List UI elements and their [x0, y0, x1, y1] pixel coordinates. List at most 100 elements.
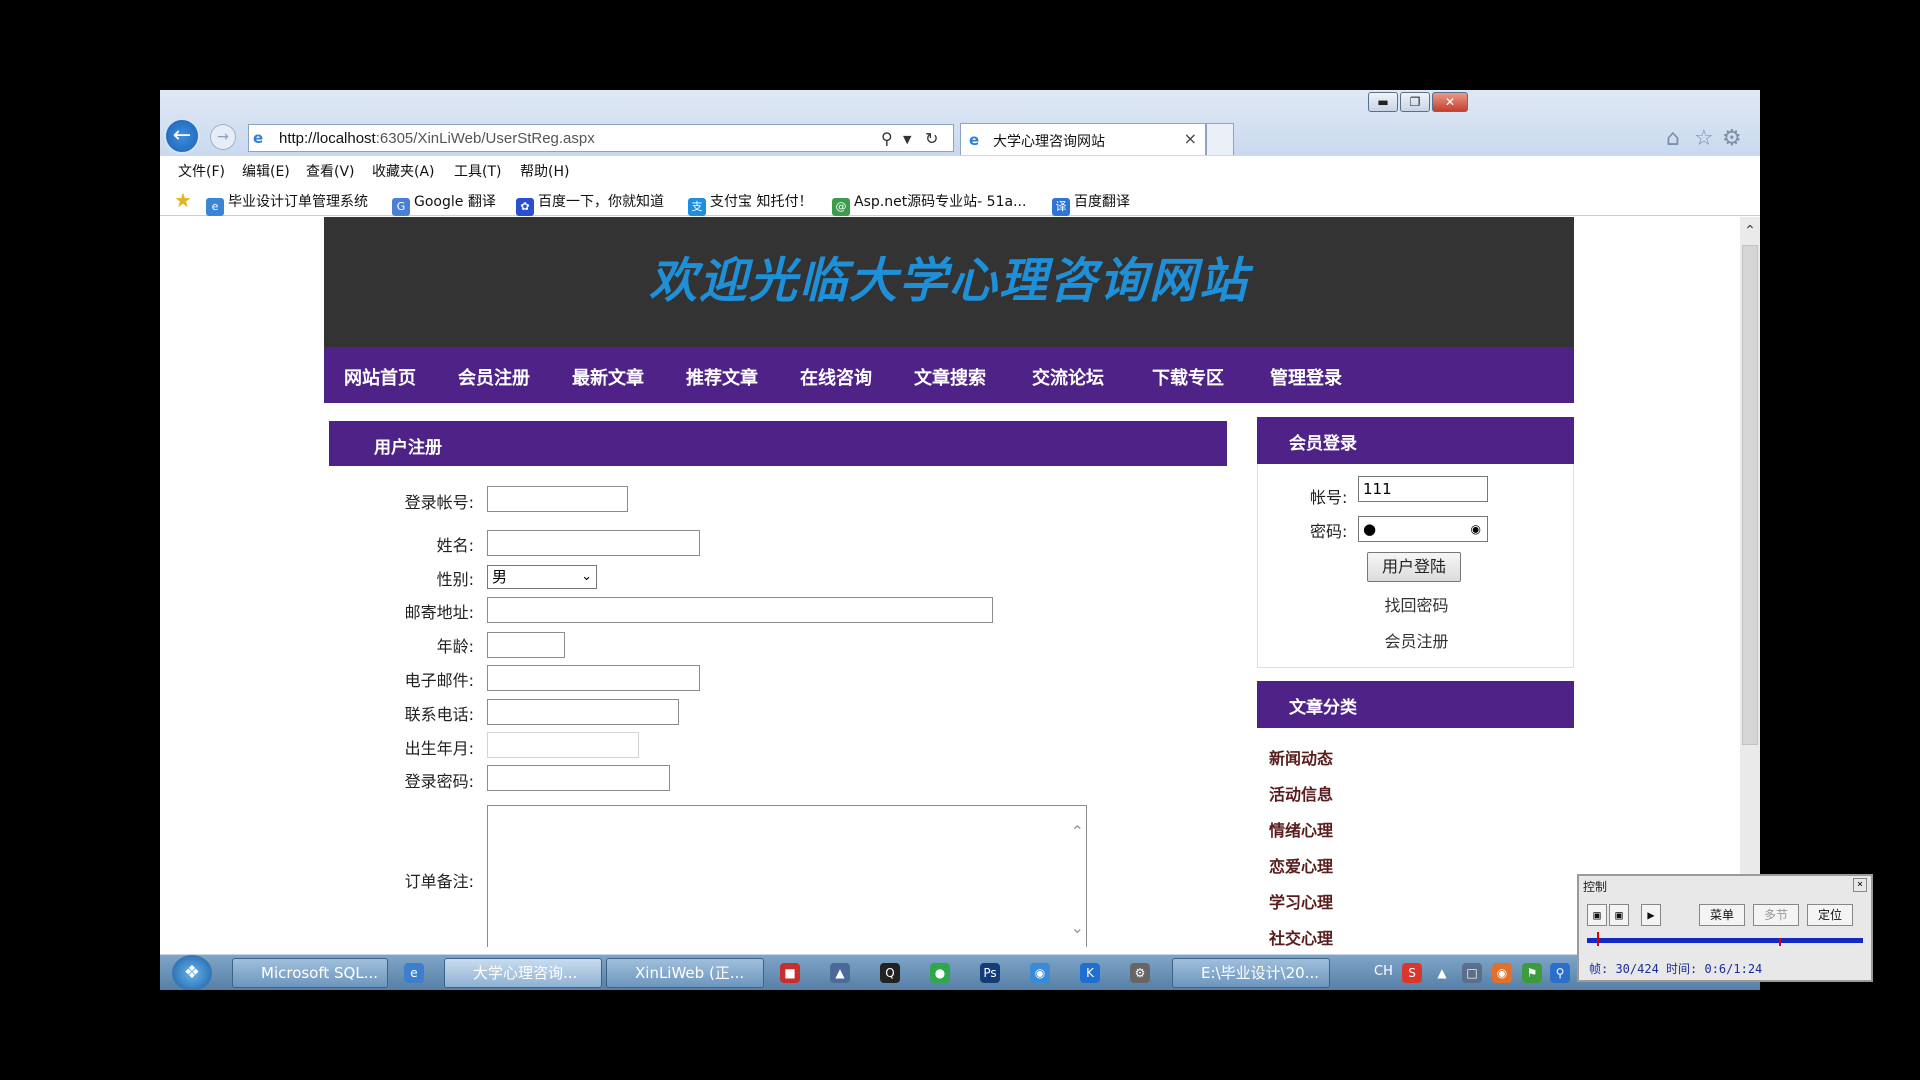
search-tray-icon[interactable]: ⚲: [1550, 963, 1570, 983]
account-input[interactable]: [487, 486, 628, 512]
fav-link-baidu-translate[interactable]: 译百度翻译: [1052, 191, 1130, 216]
scroll-up-icon[interactable]: ⌃: [1742, 223, 1758, 239]
login-password-input[interactable]: ● ◉: [1358, 516, 1488, 542]
menu-help[interactable]: 帮助(H): [520, 161, 569, 181]
locate-button[interactable]: 定位: [1807, 904, 1853, 926]
menu-tools[interactable]: 工具(T): [454, 161, 501, 181]
nav-admin-login[interactable]: 管理登录: [1270, 364, 1342, 390]
forward-button[interactable]: →: [210, 124, 236, 150]
new-tab-button[interactable]: [1206, 123, 1234, 155]
app-pin-icon[interactable]: ◉: [1030, 963, 1050, 983]
close-window-button[interactable]: ✕: [1432, 92, 1468, 112]
birth-input[interactable]: [487, 732, 639, 758]
app-pin-icon[interactable]: ▲: [830, 963, 850, 983]
address-bar[interactable]: e http://localhost:6305/XinLiWeb/UserStR…: [248, 124, 954, 152]
scroll-down-icon[interactable]: ⌄: [1071, 918, 1084, 937]
scroll-thumb[interactable]: [1742, 245, 1758, 745]
fav-link-order-system[interactable]: e 毕业设计订单管理系统: [206, 191, 368, 216]
nav-recommended[interactable]: 推荐文章: [686, 364, 758, 390]
category-item[interactable]: 学习心理: [1269, 889, 1333, 913]
close-icon[interactable]: ×: [1853, 878, 1867, 892]
windows-logo-icon: ❖: [183, 962, 201, 983]
fav-link-aspnet[interactable]: @ Asp.net源码专业站- 51a...: [832, 191, 1026, 216]
password-input[interactable]: [487, 765, 670, 791]
app-pin-icon[interactable]: ■: [780, 963, 800, 983]
page-scrollbar[interactable]: ⌃: [1740, 217, 1760, 947]
restore-button[interactable]: ❐: [1400, 92, 1430, 112]
address-label: 邮寄地址:: [404, 603, 474, 622]
app-pin-icon[interactable]: K: [1080, 963, 1100, 983]
category-item[interactable]: 情绪心理: [1269, 817, 1333, 841]
task-explorer[interactable]: E:\毕业设计\20...: [1172, 958, 1330, 988]
pause-button[interactable]: ▣: [1609, 904, 1629, 926]
banner-title: 欢迎光临大学心理咨询网站: [648, 253, 1249, 309]
address-input[interactable]: [487, 597, 993, 623]
menu-edit[interactable]: 编辑(E): [242, 161, 290, 181]
login-account-input[interactable]: 111: [1358, 476, 1488, 502]
address-text[interactable]: http://localhost:6305/XinLiWeb/UserStReg…: [279, 130, 595, 147]
network-icon[interactable]: □: [1462, 963, 1482, 983]
scroll-up-icon[interactable]: ⌃: [1071, 822, 1084, 841]
close-tab-icon[interactable]: ×: [1184, 129, 1197, 148]
nav-online-consult[interactable]: 在线咨询: [800, 364, 872, 390]
frame-back-button[interactable]: ▣: [1587, 904, 1607, 926]
phone-input[interactable]: [487, 699, 679, 725]
category-item[interactable]: 新闻动态: [1269, 745, 1333, 769]
tray-expand-icon[interactable]: ▲: [1432, 963, 1452, 983]
member-register-link[interactable]: 会员注册: [1258, 628, 1575, 652]
progress-track[interactable]: [1587, 938, 1863, 943]
browser-pin-icon[interactable]: e: [404, 963, 424, 983]
nav-register[interactable]: 会员注册: [458, 364, 530, 390]
browser-tab[interactable]: e 大学心理咨询网站 ×: [960, 123, 1206, 155]
shield-icon[interactable]: ⚑: [1522, 963, 1542, 983]
fav-link-google-translate[interactable]: G Google 翻译: [392, 191, 496, 216]
age-input[interactable]: [487, 632, 565, 658]
nav-forum[interactable]: 交流论坛: [1032, 364, 1104, 390]
gender-select[interactable]: 男 ⌄: [487, 565, 597, 589]
menu-view[interactable]: 查看(V): [306, 161, 355, 181]
nav-search[interactable]: 文章搜索: [914, 364, 986, 390]
category-item[interactable]: 活动信息: [1269, 781, 1333, 805]
app-pin-icon[interactable]: ⚙: [1130, 963, 1150, 983]
menu-button[interactable]: 菜单: [1699, 904, 1745, 926]
task-sql-server[interactable]: Microsoft SQL...: [232, 958, 388, 988]
forgot-password-link[interactable]: 找回密码: [1258, 592, 1575, 616]
dropdown-icon[interactable]: ▼: [903, 133, 911, 146]
category-item[interactable]: 恋爱心理: [1269, 853, 1333, 877]
favorites-star-icon[interactable]: ☆: [1694, 126, 1714, 151]
sogou-input-icon[interactable]: S: [1402, 963, 1422, 983]
back-button[interactable]: ←: [164, 118, 200, 154]
task-browser[interactable]: 大学心理咨询...: [444, 958, 602, 988]
category-item[interactable]: 社交心理: [1269, 925, 1333, 947]
search-icon[interactable]: ⚲: [881, 129, 893, 148]
nav-home[interactable]: 网站首页: [344, 364, 416, 390]
frame-forward-button[interactable]: ▶: [1641, 904, 1661, 926]
browser-tray-icon[interactable]: ◉: [1492, 963, 1512, 983]
login-button[interactable]: 用户登陆: [1367, 552, 1461, 582]
task-visual-studio[interactable]: XinLiWeb (正...: [606, 958, 764, 988]
photoshop-icon[interactable]: Ps: [980, 963, 1000, 983]
gear-icon[interactable]: ⚙: [1722, 126, 1742, 151]
remarks-textarea[interactable]: ⌃ ⌄: [487, 805, 1087, 947]
tab-title: 大学心理咨询网站: [993, 134, 1105, 150]
fav-link-baidu[interactable]: ✿ 百度一下，你就知道: [516, 191, 664, 216]
minimize-button[interactable]: ▬: [1368, 92, 1398, 112]
email-input[interactable]: [487, 665, 700, 691]
qq-icon[interactable]: Q: [880, 963, 900, 983]
name-input[interactable]: [487, 530, 700, 556]
start-button[interactable]: ❖: [172, 955, 212, 990]
fav-link-alipay[interactable]: 支支付宝 知托付！: [688, 191, 812, 216]
multi-section-button[interactable]: 多节: [1753, 904, 1799, 926]
ime-indicator[interactable]: CH: [1374, 964, 1393, 979]
refresh-icon[interactable]: ↻: [925, 129, 938, 148]
playhead-marker[interactable]: [1597, 932, 1599, 946]
nav-downloads[interactable]: 下载专区: [1152, 364, 1224, 390]
home-icon[interactable]: ⌂: [1666, 126, 1680, 151]
nav-latest-articles[interactable]: 最新文章: [572, 364, 644, 390]
app-pin-icon[interactable]: ●: [930, 963, 950, 983]
menu-file[interactable]: 文件(F): [178, 161, 225, 181]
menu-favorites[interactable]: 收藏夹(A): [372, 161, 435, 181]
reveal-password-icon[interactable]: ◉: [1471, 517, 1481, 541]
pause-icon: ▣: [1615, 908, 1623, 922]
favorites-star-icon[interactable]: ★: [174, 188, 192, 212]
